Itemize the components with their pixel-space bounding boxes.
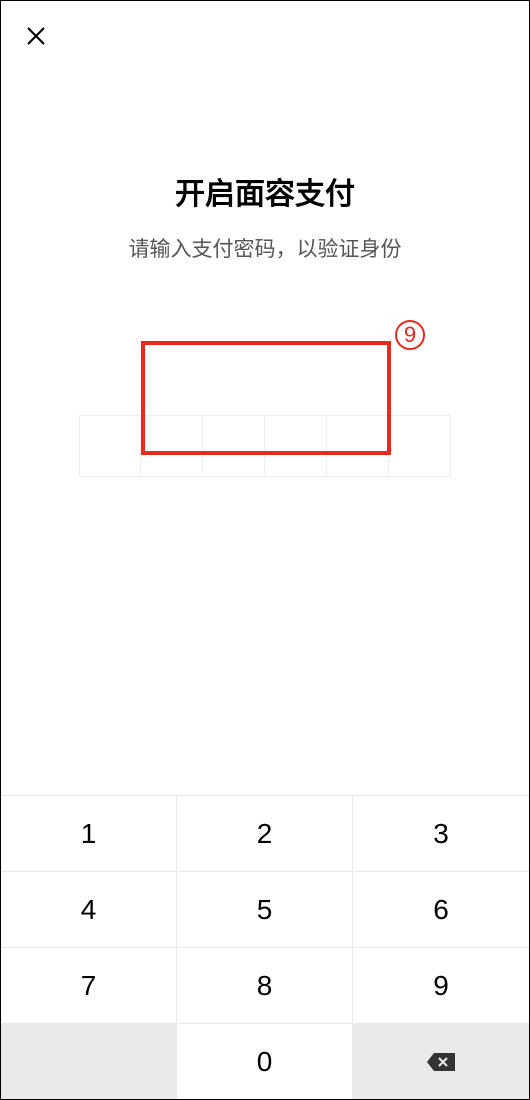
page-title: 开启面容支付 <box>1 169 529 213</box>
key-6[interactable]: 6 <box>353 871 529 947</box>
backspace-icon <box>425 1051 457 1073</box>
annotation-badge: 9 <box>395 320 425 350</box>
password-digit <box>79 415 141 477</box>
key-1[interactable]: 1 <box>1 795 177 871</box>
key-8[interactable]: 8 <box>177 947 353 1023</box>
numeric-keypad: 1 2 3 4 5 6 7 8 9 0 <box>1 795 529 1099</box>
key-0[interactable]: 0 <box>177 1023 353 1099</box>
key-delete[interactable] <box>353 1023 529 1099</box>
key-blank <box>1 1023 177 1099</box>
key-2[interactable]: 2 <box>177 795 353 871</box>
key-4[interactable]: 4 <box>1 871 177 947</box>
key-9[interactable]: 9 <box>353 947 529 1023</box>
page-subtitle: 请输入支付密码，以验证身份 <box>1 233 529 263</box>
password-digit <box>389 415 451 477</box>
key-3[interactable]: 3 <box>353 795 529 871</box>
annotation-highlight <box>141 341 391 455</box>
close-button[interactable] <box>21 21 51 51</box>
key-7[interactable]: 7 <box>1 947 177 1023</box>
close-icon <box>25 25 47 47</box>
key-5[interactable]: 5 <box>177 871 353 947</box>
